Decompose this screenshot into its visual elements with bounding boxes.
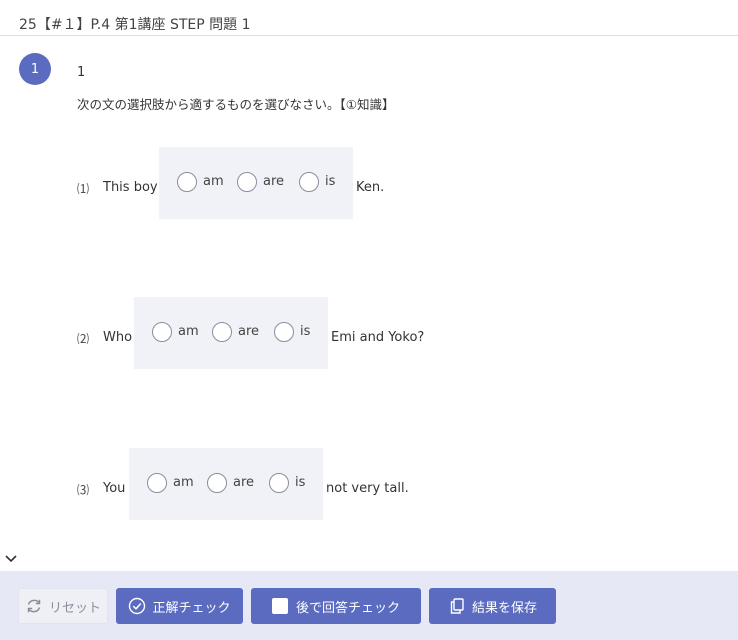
item-text-before: You [103, 481, 126, 496]
radio-button[interactable] [147, 473, 167, 493]
option-label: are [263, 174, 285, 189]
item-number: ⑴ [77, 182, 90, 196]
save-results-label: 結果を保存 [471, 600, 537, 616]
question-item-1: ⑴ This boy am are is Ken. [77, 147, 677, 219]
option-label: am [203, 174, 224, 189]
chevron-down-icon [5, 555, 17, 563]
refresh-icon [25, 597, 43, 615]
header: 25【#１】P.4 第1講座 STEP 問題 1 [0, 0, 738, 36]
item-number: ⑵ [77, 332, 90, 346]
question-instruction: 次の文の選択肢から適するものを選びなさい。【①知識】 [77, 97, 395, 112]
option-label: is [325, 174, 336, 189]
radio-button[interactable] [152, 322, 172, 342]
question-item-2: ⑵ Who am are is Emi and Yoko? [77, 297, 677, 369]
item-text-before: Who [103, 330, 133, 345]
answer-check-button[interactable]: 正解チェック [116, 588, 243, 624]
page-title: 25【#１】P.4 第1講座 STEP 問題 1 [19, 17, 251, 33]
check-later-button[interactable]: 後で回答チェック [251, 588, 421, 624]
item-number: ⑶ [77, 483, 90, 497]
option-label: am [178, 324, 199, 339]
choice-group: am are is [134, 297, 328, 369]
question-number: 1 [77, 65, 86, 80]
radio-button[interactable] [274, 322, 294, 342]
choice-group: am are is [129, 448, 323, 520]
option-label: is [295, 475, 306, 490]
option-label: am [173, 475, 194, 490]
answer-check-label: 正解チェック [152, 600, 231, 616]
reset-button[interactable]: リセット [18, 588, 108, 624]
item-text-after: Ken. [356, 180, 385, 195]
item-text-before: This boy [103, 180, 158, 195]
bottom-toolbar: リセット 正解チェック 後で回答チェック 結果を保存 [0, 571, 738, 640]
question-item-3: ⑶ You am are is not very tall. [77, 448, 677, 520]
option-label: are [233, 475, 255, 490]
radio-button[interactable] [269, 473, 289, 493]
item-text-after: not very tall. [326, 481, 409, 496]
check-later-label: 後で回答チェック [295, 600, 400, 616]
radio-button[interactable] [237, 172, 257, 192]
reset-label: リセット [48, 600, 101, 616]
radio-button[interactable] [207, 473, 227, 493]
option-label: are [238, 324, 260, 339]
choice-group: am are is [159, 147, 353, 219]
question-number-badge: 1 [19, 53, 51, 85]
save-results-button[interactable]: 結果を保存 [429, 588, 556, 624]
checkbox-icon[interactable] [271, 598, 288, 614]
check-circle-icon [128, 597, 146, 615]
radio-button[interactable] [177, 172, 197, 192]
radio-button[interactable] [299, 172, 319, 192]
collapse-toggle[interactable] [0, 548, 22, 570]
item-text-after: Emi and Yoko? [331, 330, 425, 345]
radio-button[interactable] [212, 322, 232, 342]
option-label: is [300, 324, 311, 339]
copy-icon [448, 597, 466, 615]
